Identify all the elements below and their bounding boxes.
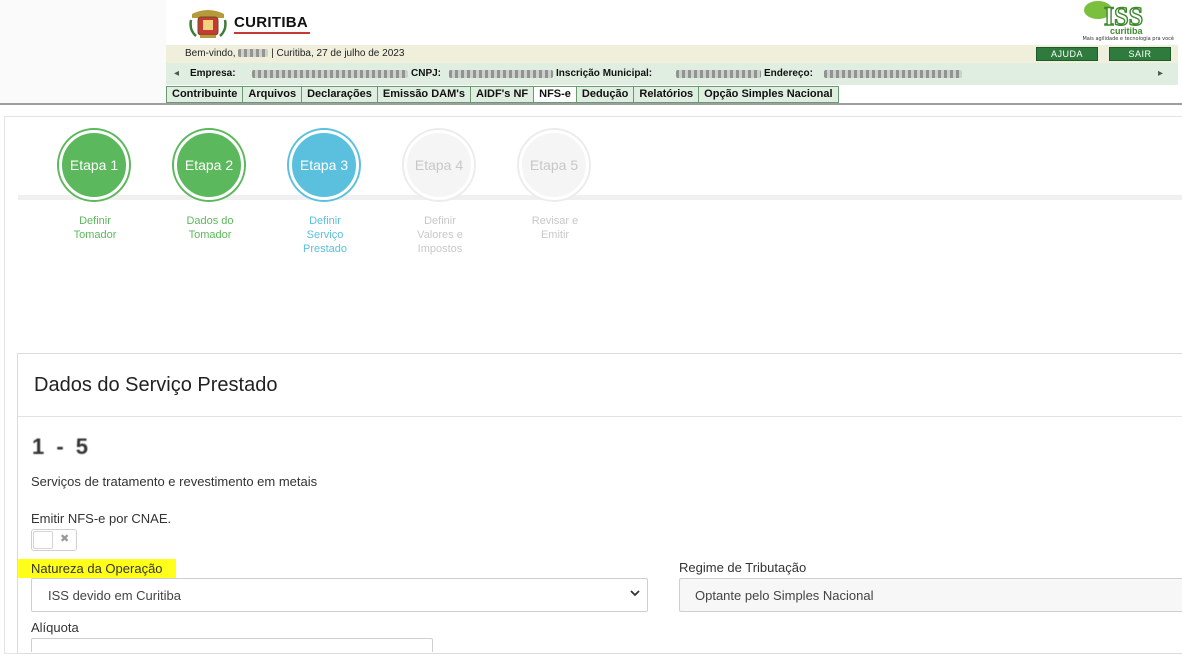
portal-header: CURITIBA ISS curitiba Mais agilidade e t… [166, 0, 1178, 103]
step-2-circle[interactable]: Etapa 2 [174, 130, 244, 200]
step-4-caption: Definir Valores e Impostos [417, 215, 463, 255]
iss-tagline: Mais agilidade e tecnologia pra você [1082, 36, 1174, 42]
toggle-knob [33, 531, 53, 549]
natureza-selected-value: ISS devido em Curitiba [48, 588, 181, 603]
aliquota-label: Alíquota [31, 620, 79, 635]
city-underline [234, 32, 310, 34]
main-menu: Contribuinte Arquivos Declarações Emissã… [166, 86, 1178, 103]
service-code: 1 - 5 [32, 434, 92, 459]
step-1-circle[interactable]: Etapa 1 [59, 130, 129, 200]
aliquota-input[interactable] [31, 638, 433, 652]
empresa-label: Empresa: [190, 68, 236, 79]
welcome-date: | Curitiba, 27 de julho de 2023 [271, 48, 405, 59]
natureza-select[interactable]: ISS devido em Curitiba [31, 578, 648, 612]
cnpj-label: CNPJ: [411, 68, 442, 79]
city-name: CURITIBA [234, 14, 309, 31]
exit-button[interactable]: SAIR [1109, 47, 1171, 61]
regime-label: Regime de Tributação [679, 560, 807, 575]
iss-logo-sub: curitiba [1110, 26, 1144, 36]
cnae-toggle[interactable]: ✖ [31, 529, 77, 551]
step-4-circle: Etapa 4 [404, 130, 474, 200]
menu-item-deducao[interactable]: Dedução [575, 86, 634, 103]
scroll-right-icon[interactable]: ▸ [1158, 68, 1163, 79]
natureza-label: Natureza da Operação [18, 559, 176, 578]
step-5-caption: Revisar e Emitir [531, 215, 579, 241]
redacted-endereco [824, 70, 962, 78]
redacted-inscricao [676, 70, 761, 78]
menu-item-nfse[interactable]: NFS-e [533, 86, 576, 103]
step-3-circle[interactable]: Etapa 3 [289, 130, 359, 200]
close-icon: ✖ [60, 532, 70, 545]
welcome-prefix: Bem-vindo, [185, 48, 236, 59]
regime-value: Optante pelo Simples Nacional [695, 588, 874, 603]
chevron-down-icon [630, 590, 640, 597]
cnae-toggle-label: Emitir NFS-e por CNAE. [31, 511, 172, 526]
menu-item-relatorios[interactable]: Relatórios [633, 86, 699, 103]
redacted-user-name [238, 49, 269, 58]
card-title: Dados do Serviço Prestado [34, 374, 278, 396]
left-blank-panel [0, 0, 166, 103]
menu-item-emissao-dams[interactable]: Emissão DAM's [376, 86, 470, 103]
inscricao-label: Inscrição Municipal: [556, 68, 653, 79]
help-button[interactable]: AJUDA [1036, 47, 1098, 61]
menu-item-contribuinte[interactable]: Contribuinte [166, 86, 243, 103]
scroll-left-icon[interactable]: ◂ [174, 68, 179, 79]
step-2-caption: Dados do Tomador [186, 215, 234, 241]
header-divider [0, 103, 1182, 105]
card-divider [18, 416, 1182, 417]
menu-item-arquivos[interactable]: Arquivos [242, 86, 302, 103]
welcome-text: Bem-vindo, | Curitiba, 27 de julho de 20… [185, 48, 404, 59]
company-info-bar: ◂ Empresa: CNPJ: Inscrição Municipal: En… [166, 63, 1178, 85]
menu-item-declaracoes[interactable]: Declarações [301, 86, 377, 103]
step-3-caption: Definir Serviço Prestado [302, 215, 348, 255]
redacted-company-name [252, 70, 408, 78]
redacted-cnpj [449, 70, 553, 78]
menu-item-aidfs-nf[interactable]: AIDF's NF [470, 86, 534, 103]
curitiba-coat-of-arms-icon [189, 10, 227, 38]
endereco-label: Endereço: [764, 68, 813, 79]
logo-area: CURITIBA ISS curitiba Mais agilidade e t… [166, 0, 1178, 45]
step-5-circle: Etapa 5 [519, 130, 589, 200]
welcome-bar: Bem-vindo, | Curitiba, 27 de julho de 20… [166, 45, 1178, 63]
step-1-caption: Definir Tomador [73, 215, 117, 241]
service-description: Serviços de tratamento e revestimento em… [31, 474, 318, 489]
service-form-card: Dados do Serviço Prestado 1 - 5 Serviços… [17, 353, 1182, 654]
menu-item-opcao-simples-nacional[interactable]: Opção Simples Nacional [698, 86, 839, 103]
regime-field: Optante pelo Simples Nacional [679, 578, 1182, 612]
